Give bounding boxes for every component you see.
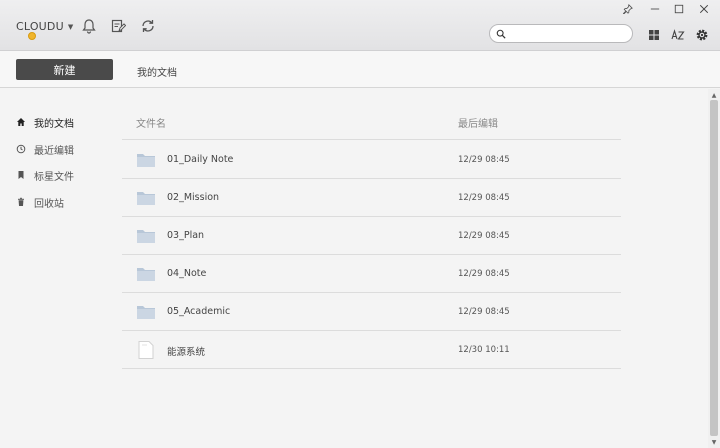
- scroll-up-icon[interactable]: ▲: [708, 90, 720, 100]
- sidebar-item-my-documents[interactable]: 我的文档: [16, 113, 116, 131]
- scroll-down-icon[interactable]: ▼: [708, 437, 720, 447]
- file-name: 04_Note: [167, 268, 207, 279]
- breadcrumb[interactable]: 我的文档: [137, 64, 177, 79]
- folder-icon: [136, 151, 156, 169]
- document-icon: [136, 341, 156, 359]
- file-modified-date: 12/29 08:45: [458, 155, 510, 165]
- settings-gear-icon[interactable]: [694, 27, 710, 43]
- bell-icon[interactable]: [81, 18, 97, 34]
- maximize-button[interactable]: [670, 2, 688, 16]
- file-modified-date: 12/30 10:11: [458, 345, 510, 355]
- trash-icon: [18, 197, 24, 206]
- minimize-button[interactable]: [646, 2, 664, 16]
- new-button[interactable]: 新建: [16, 59, 113, 80]
- file-row[interactable]: 03_Plan 12/29 08:45: [122, 217, 621, 255]
- title-bar: CLOUDU ▼: [0, 0, 720, 51]
- file-name: 01_Daily Note: [167, 154, 234, 165]
- file-row[interactable]: 01_Daily Note 12/29 08:45: [122, 141, 621, 179]
- sidebar-item-label: 我的文档: [34, 118, 74, 130]
- sidebar-item-trash[interactable]: 回收站: [16, 193, 116, 211]
- grid-view-icon[interactable]: [646, 27, 662, 43]
- file-row[interactable]: 04_Note 12/29 08:45: [122, 255, 621, 293]
- vip-badge-icon: [28, 32, 36, 40]
- file-list-header: 文件名 最后编辑: [122, 89, 621, 140]
- search-box: [489, 24, 633, 43]
- sidebar-item-label: 最近编辑: [34, 145, 74, 157]
- file-name: 05_Academic: [167, 306, 231, 317]
- file-row[interactable]: 02_Mission 12/29 08:45: [122, 179, 621, 217]
- pin-icon[interactable]: [619, 2, 637, 16]
- folder-icon: [136, 303, 156, 321]
- file-modified-date: 12/29 08:45: [458, 307, 510, 317]
- brand-name: CLOUDU: [16, 20, 64, 33]
- close-button[interactable]: [695, 2, 713, 16]
- toolbar: 新建 我的文档: [0, 51, 720, 88]
- note-edit-icon[interactable]: [110, 18, 126, 34]
- account-menu[interactable]: CLOUDU ▼: [16, 20, 73, 33]
- folder-icon: [136, 189, 156, 207]
- scrollbar-thumb[interactable]: [710, 100, 718, 436]
- sidebar-item-label: 标星文件: [34, 171, 74, 183]
- file-name: 02_Mission: [167, 192, 220, 203]
- file-row[interactable]: 05_Academic 12/29 08:45: [122, 293, 621, 331]
- bookmark-icon: [18, 171, 24, 179]
- search-input[interactable]: [510, 28, 620, 39]
- folder-icon: [136, 227, 156, 245]
- sidebar-item-label: 回收站: [34, 198, 64, 210]
- column-header-name[interactable]: 文件名: [136, 115, 166, 130]
- file-name: 能源系统: [167, 347, 206, 358]
- file-modified-date: 12/29 08:45: [458, 193, 510, 203]
- file-row[interactable]: 能源系统 12/30 10:11: [122, 331, 621, 369]
- column-header-modified[interactable]: 最后编辑: [458, 115, 498, 130]
- file-modified-date: 12/29 08:45: [458, 269, 510, 279]
- sidebar-item-recent[interactable]: 最近编辑: [16, 140, 116, 158]
- folder-icon: [136, 265, 156, 283]
- sidebar-item-starred[interactable]: 标星文件: [16, 166, 116, 184]
- file-modified-date: 12/29 08:45: [458, 231, 510, 241]
- sync-icon[interactable]: [140, 18, 156, 34]
- sort-az-icon[interactable]: [670, 27, 686, 43]
- sidebar: 我的文档 最近编辑 标星文件 回收站: [0, 89, 120, 448]
- file-name: 03_Plan: [167, 230, 205, 241]
- clock-icon: [16, 144, 26, 154]
- home-icon: [17, 118, 25, 126]
- chevron-down-icon: ▼: [67, 22, 74, 31]
- search-icon: [496, 29, 506, 39]
